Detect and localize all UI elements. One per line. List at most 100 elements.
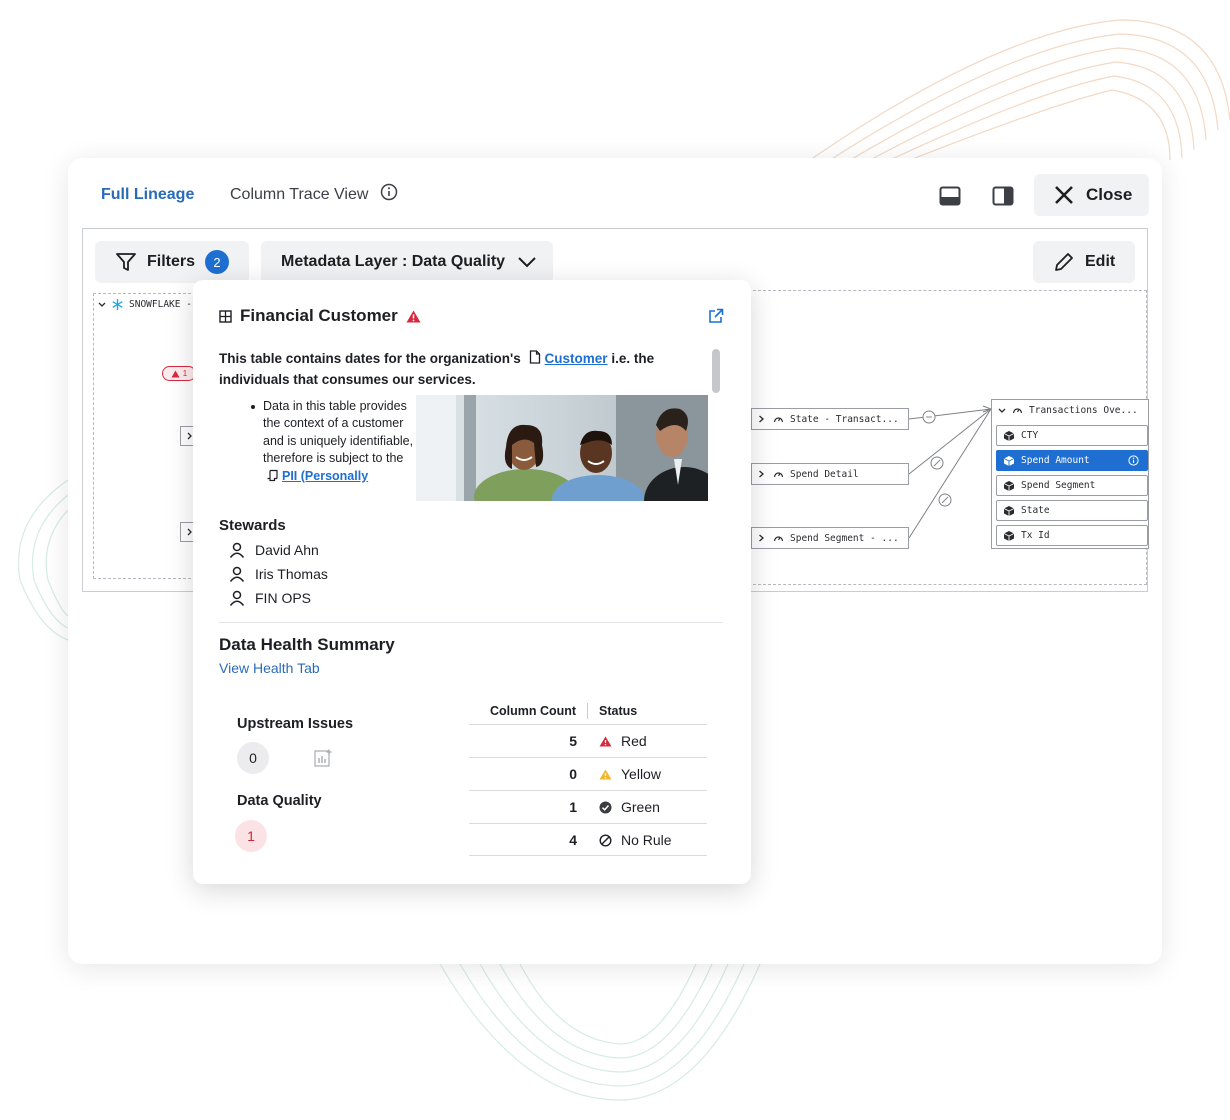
scrollbar-thumb[interactable] (712, 349, 720, 393)
chevron-right-icon (759, 534, 764, 542)
source-group: SNOWFLAKE - 1 (93, 293, 201, 579)
target-table[interactable]: Transactions Ove... CTY Spend Amount Spe… (991, 399, 1149, 549)
bullet-item: Data in this table provides the context … (263, 398, 415, 485)
popover-title: Financial Customer (219, 306, 421, 326)
chart-add-icon[interactable] (314, 749, 332, 767)
gauge-icon (773, 471, 784, 477)
column-label: Spend Segment (1021, 480, 1096, 491)
count-cell: 0 (569, 766, 577, 782)
lineage-node[interactable]: Spend Detail (751, 463, 909, 485)
pencil-icon (1055, 253, 1073, 271)
health-summary-title: Data Health Summary (219, 635, 395, 654)
warning-icon (171, 370, 180, 377)
external-link-icon[interactable] (708, 308, 724, 324)
upstream-issues-label: Upstream Issues (237, 716, 354, 732)
gauge-icon (773, 416, 784, 422)
status-label: Red (621, 733, 647, 749)
steward-name: Iris Thomas (255, 566, 328, 582)
steward-name: David Ahn (255, 542, 319, 558)
cube-icon (1003, 530, 1015, 541)
edit-button[interactable]: Edit (1033, 241, 1135, 283)
lineage-node-label: State - Transact... (790, 413, 899, 425)
table-row[interactable]: 5 Red (469, 724, 707, 757)
snowflake-icon (112, 299, 123, 310)
cube-icon (1003, 480, 1015, 491)
close-button[interactable]: Close (1034, 174, 1149, 216)
filters-button[interactable]: Filters 2 (95, 241, 249, 283)
chevron-right-icon (759, 415, 764, 423)
alert-badge[interactable]: 1 (162, 366, 196, 381)
metadata-layer-select[interactable]: Metadata Layer : Data Quality (261, 241, 553, 283)
cube-icon (1003, 430, 1015, 441)
info-icon[interactable] (380, 183, 398, 201)
steward-name: FIN OPS (255, 590, 312, 606)
panel-right-icon[interactable] (992, 185, 1014, 207)
column-label: Tx Id (1021, 530, 1050, 541)
lineage-node[interactable]: State - Transact... (751, 408, 909, 430)
table-row[interactable]: 4 No Rule (469, 823, 707, 856)
chevron-down-icon[interactable] (998, 407, 1006, 415)
user-icon (229, 542, 245, 558)
column-item[interactable]: Tx Id (996, 525, 1148, 546)
chevron-right-icon (759, 470, 764, 478)
view-health-tab-link[interactable]: View Health Tab (219, 660, 320, 676)
popover-title-text: Financial Customer (240, 306, 398, 325)
table-row[interactable]: 1 Green (469, 790, 707, 823)
upstream-issues-count[interactable]: 0 (237, 742, 269, 774)
column-label: State (1021, 505, 1050, 516)
info-icon[interactable] (1128, 455, 1139, 466)
pii-link[interactable]: PII (Personally (282, 469, 368, 483)
gauge-icon (773, 535, 784, 541)
count-cell: 4 (569, 832, 577, 848)
warning-icon (406, 310, 421, 322)
status-cell: Red (599, 733, 647, 749)
table-icon (219, 309, 232, 323)
lineage-edges (909, 405, 991, 539)
no-rule-icon (599, 833, 612, 847)
data-quality-label: Data Quality (237, 793, 322, 809)
cube-icon (1003, 455, 1015, 466)
check-circle-icon (599, 801, 612, 813)
status-label: No Rule (621, 832, 672, 848)
steward-item[interactable]: Iris Thomas (229, 566, 328, 582)
cube-icon (1003, 505, 1015, 516)
column-label: CTY (1021, 430, 1039, 441)
close-icon (1055, 186, 1073, 204)
status-cell: No Rule (599, 832, 672, 848)
stewards-title: Stewards (219, 517, 286, 534)
table-row[interactable]: 0 Yellow (469, 757, 707, 790)
column-item-selected[interactable]: Spend Amount (996, 450, 1148, 471)
alert-badge-count: 1 (182, 369, 188, 378)
table-details-popover: Financial Customer This table contains d… (193, 280, 751, 884)
data-quality-count[interactable]: 1 (235, 820, 267, 852)
status-label: Yellow (621, 766, 661, 782)
column-item[interactable]: CTY (996, 425, 1148, 446)
count-cell: 1 (569, 799, 577, 815)
panel-bottom-icon[interactable] (939, 185, 961, 207)
status-cell: Green (599, 799, 660, 815)
warning-yellow-icon (599, 769, 612, 779)
close-label: Close (1086, 185, 1133, 204)
user-icon (229, 590, 245, 606)
count-cell: 5 (569, 733, 577, 749)
metadata-layer-label: Metadata Layer : Data Quality (281, 253, 506, 270)
tab-full-lineage[interactable]: Full Lineage (101, 186, 194, 204)
source-group-label: SNOWFLAKE - (129, 299, 192, 310)
divider (219, 622, 723, 623)
status-header: Status (599, 704, 638, 718)
column-count-header: Column Count (490, 704, 577, 718)
column-item[interactable]: State (996, 500, 1148, 521)
edit-label: Edit (1085, 253, 1116, 270)
scroll-icon (267, 469, 278, 481)
customer-link[interactable]: Customer (545, 351, 608, 366)
filter-icon (116, 253, 136, 271)
steward-item[interactable]: David Ahn (229, 542, 319, 558)
filters-count-badge: 2 (205, 250, 230, 274)
user-icon (229, 566, 245, 582)
column-item[interactable]: Spend Segment (996, 475, 1148, 496)
chevron-down-icon[interactable] (98, 301, 106, 309)
table-description: This table contains dates for the organi… (219, 348, 689, 390)
tab-column-trace-view[interactable]: Column Trace View (230, 186, 368, 204)
lineage-node[interactable]: Spend Segment - ... (751, 527, 909, 549)
steward-item[interactable]: FIN OPS (229, 590, 311, 606)
